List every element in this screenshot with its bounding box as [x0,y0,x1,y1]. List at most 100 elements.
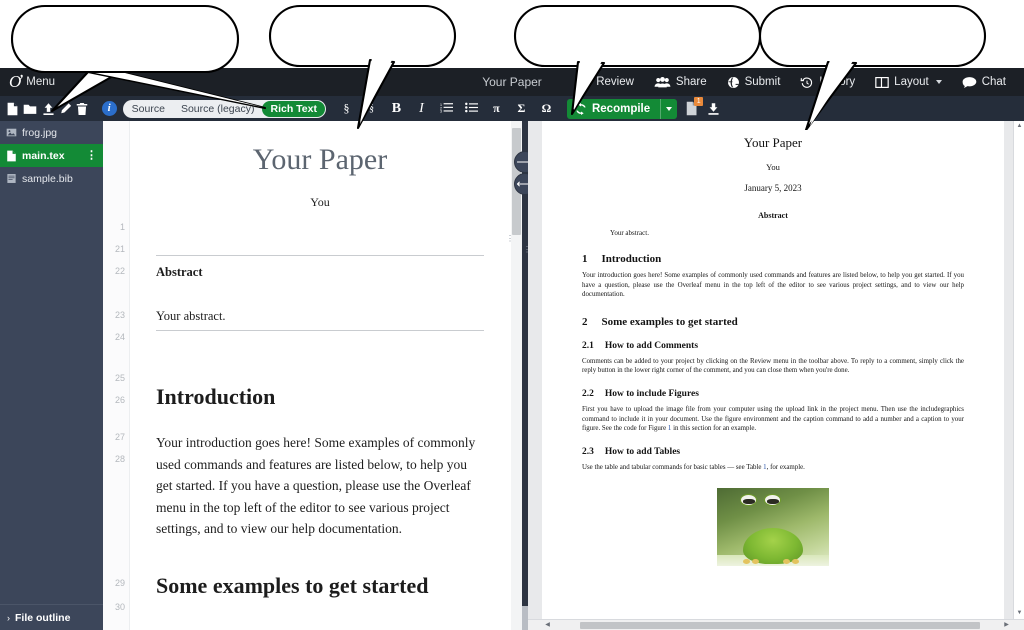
editor-abstract-heading: Abstract [156,265,203,279]
numbered-list-icon[interactable]: 123 [434,102,459,116]
svg-text:3: 3 [440,109,442,112]
compile-group: Recompile 1 [559,96,1024,121]
download-pdf-icon[interactable] [707,102,720,116]
editor-mode-group: i Source Source (legacy) Rich Text § § B… [95,96,559,121]
nav-item-review[interactable]: Ab Review [565,68,644,96]
file-outline-toggle[interactable]: › File outline [0,604,103,630]
symbol-palette-icon[interactable]: Ω [534,101,559,116]
chevron-right-icon: › [7,612,10,623]
file-actions-group [0,96,95,121]
delete-trash-icon[interactable] [76,102,88,116]
overleaf-logo-icon: Ơ [9,71,22,91]
pdf-section-1-heading: Introduction [601,253,662,265]
pdf-subsection-2-3: 2.3 How to add Tables [582,447,1004,457]
pdf-author: You [766,162,780,172]
scroll-up-icon[interactable]: ▲ [1014,121,1024,132]
file-tree-sidebar: frog.jpg main.tex ⋮ sample.bib › File ou… [0,121,103,630]
pdf-preview-pane[interactable]: Your Paper You January 5, 2023 Abstract … [528,121,1024,630]
pdf-section-2-heading: Some examples to get started [601,315,738,328]
callout-recompile-post: to [680,22,695,36]
file-row-main-tex[interactable]: main.tex ⋮ [0,144,103,167]
pdf-horizontal-scrollbar[interactable]: ◀ ▶ [528,619,1024,630]
nav-item-share[interactable]: Share [644,68,717,96]
chevron-down-icon [935,80,942,84]
section-icon[interactable]: § [334,101,359,116]
italic-icon[interactable]: I [409,101,434,117]
rename-pencil-icon[interactable] [59,102,72,116]
pdf-hscroll-thumb[interactable] [580,622,980,629]
callout-label-editor: Write and edit your document here [300,21,425,55]
callout-label-rich-text: Rich Text mode provides a WYSIWYG-like e… [45,22,205,56]
callout-recompile-pre: Select [580,22,619,36]
tex-file-icon [7,150,16,161]
line-number: 29 [114,578,125,588]
overleaf-editor-window: Ơ Menu Your Paper Ab Review Share Submit… [0,0,1024,630]
editor-section-examples: Some examples to get started [156,572,429,598]
callout-recompile-line1: Select Recompile to [545,21,730,38]
pdf-section-1-number: 1 [582,253,588,265]
line-number: 24 [114,332,125,342]
callout-editor-line1: Write and edit your [311,22,414,36]
editor-section-introduction: Introduction [156,384,276,409]
pdf-subsection-2-3-body: Use the table and tabular commands for b… [582,463,964,473]
pdf-section-1: 1 Introduction [582,253,1004,265]
recompile-button[interactable]: Recompile [566,98,678,119]
pdf-date: January 5, 2023 [744,183,802,193]
editor-mode-switch[interactable]: Source Source (legacy) Rich Text [122,99,326,118]
review-spellcheck-icon: Ab [575,76,590,88]
recompile-dropdown-toggle[interactable] [660,98,677,119]
submit-globe-icon [727,76,739,88]
compile-logs-button[interactable]: 1 [685,97,704,116]
editor-resize-grip[interactable]: ⋮ [506,235,514,243]
home-icon[interactable] [65,75,104,90]
scroll-right-icon[interactable]: ▶ [1001,620,1012,630]
subsection-icon[interactable]: § [359,103,384,114]
callout-recompile-line2: view the typeset result... [571,38,704,53]
recompile-main[interactable]: Recompile [567,99,660,119]
pdf-section-2: 2 Some examples to get started [582,316,1004,328]
history-clock-icon [801,76,813,88]
mode-source-legacy[interactable]: Source (legacy) [173,101,263,117]
rich-text-editor-pane[interactable]: 1 21 22 23 24 25 26 27 28 29 30 Your Pap… [103,121,522,630]
line-number: 21 [114,244,125,254]
display-math-icon[interactable]: Σ [509,101,534,116]
line-number: 26 [114,395,125,405]
top-navigation-bar: Ơ Menu Your Paper Ab Review Share Submit… [0,68,1024,96]
pdf-subsection-2-3-number: 2.3 [582,446,594,457]
file-context-menu-icon[interactable]: ⋮ [86,150,97,160]
scroll-down-icon[interactable]: ▼ [1014,608,1024,619]
nav-item-submit[interactable]: Submit [717,68,791,96]
pdf-subsection-2-1-heading: How to add Comments [604,340,699,351]
new-folder-icon[interactable] [23,102,37,116]
image-file-icon [6,128,17,137]
nav-item-chat[interactable]: Chat [952,68,1016,96]
editor-document-body[interactable]: Your Paper You Abstract Your abstract. I… [130,121,510,630]
nav-label-chat: Chat [981,76,1006,88]
inline-math-icon[interactable]: π [484,101,509,116]
upload-icon[interactable] [42,102,55,116]
bib-file-icon [7,174,16,183]
logs-count-badge: 1 [694,97,704,106]
nav-label-history: History [819,76,856,88]
file-row-sample-bib[interactable]: sample.bib [0,167,103,190]
frog-left-eye [740,494,757,507]
pdf-subsection-2-2: 2.2 How to include Figures [582,389,1004,399]
mode-rich-text[interactable]: Rich Text [262,100,325,117]
nav-item-layout[interactable]: Layout [865,68,952,96]
bold-icon[interactable]: B [384,101,409,117]
editor-vertical-scrollbar[interactable]: ⋮ [506,121,522,630]
pdf-subsection-2-1: 2.1 How to add Comments [582,341,1004,351]
recompile-refresh-icon [576,102,586,115]
project-menu-button[interactable]: Ơ Menu [0,68,65,96]
pdf-vertical-scrollbar[interactable]: ▲ ▼ [1013,121,1024,619]
file-row-frog-jpg[interactable]: frog.jpg [0,121,103,144]
nav-label-submit: Submit [744,76,781,88]
bullet-list-icon[interactable] [459,102,484,116]
info-icon[interactable]: i [101,101,117,116]
line-number: 1 [119,222,125,232]
scroll-left-icon[interactable]: ◀ [542,620,553,630]
mode-source[interactable]: Source [124,101,173,117]
nav-item-history[interactable]: History [790,68,865,96]
new-file-icon[interactable] [6,102,19,116]
editor-line-number-gutter: 1 21 22 23 24 25 26 27 28 29 30 [103,121,130,630]
